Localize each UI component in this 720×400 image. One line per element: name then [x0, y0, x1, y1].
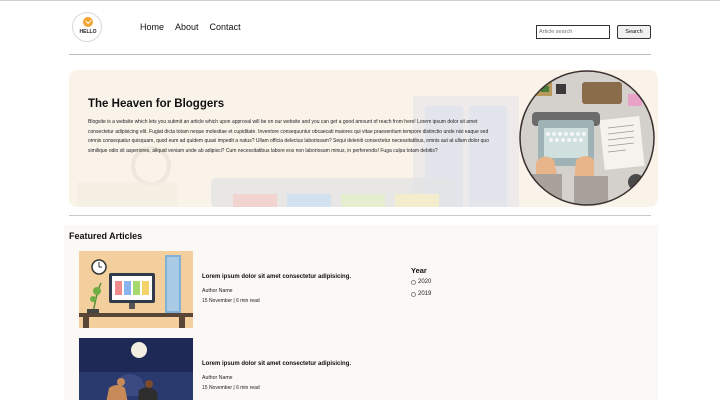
year-option-label: 2019	[418, 291, 432, 297]
article-thumbnail[interactable]	[79, 251, 193, 328]
nav-home-link[interactable]: Home	[140, 22, 164, 32]
checkmark-icon	[83, 17, 93, 27]
nav-about-link[interactable]: About	[175, 22, 199, 32]
typewriter-illustration	[519, 70, 655, 206]
year-option-2019[interactable]: 2019	[411, 291, 431, 297]
logo-text: HELLO	[79, 29, 97, 35]
search-button[interactable]: Search	[617, 25, 651, 39]
radio-icon[interactable]	[411, 291, 416, 297]
featured-articles-heading: Featured Articles	[69, 231, 143, 241]
site-header: HELLO Home About Contact Search	[0, 0, 720, 54]
article-title[interactable]: Lorem ipsum dolor sit amet consectetur a…	[202, 361, 351, 367]
hero-description: Blogsite is a website which lets you sub…	[88, 119, 489, 155]
logo[interactable]: HELLO	[72, 12, 102, 42]
article-meta: 15 November | 6 min read	[202, 385, 260, 391]
search-input[interactable]	[536, 25, 610, 39]
nav-contact-link[interactable]: Contact	[210, 22, 241, 32]
article-thumbnail[interactable]	[79, 338, 193, 400]
article-title[interactable]: Lorem ipsum dolor sit amet consectetur a…	[202, 274, 351, 280]
article-author: Author Name	[202, 375, 233, 381]
header-divider	[69, 54, 651, 55]
section-divider	[69, 215, 651, 216]
article-author: Author Name	[202, 288, 233, 294]
year-option-2020[interactable]: 2020	[411, 279, 431, 285]
year-filter-title: Year	[411, 266, 427, 275]
article-meta: 15 November | 6 min read	[202, 298, 260, 304]
article-card[interactable]: Lorem ipsum dolor sit amet consectetur a…	[79, 251, 539, 328]
year-option-label: 2020	[418, 279, 432, 285]
hero-title: The Heaven for Bloggers	[88, 98, 225, 110]
main-nav: Home About Contact	[140, 22, 241, 32]
radio-icon[interactable]	[411, 279, 416, 285]
article-card[interactable]: Lorem ipsum dolor sit amet consectetur a…	[79, 338, 539, 400]
